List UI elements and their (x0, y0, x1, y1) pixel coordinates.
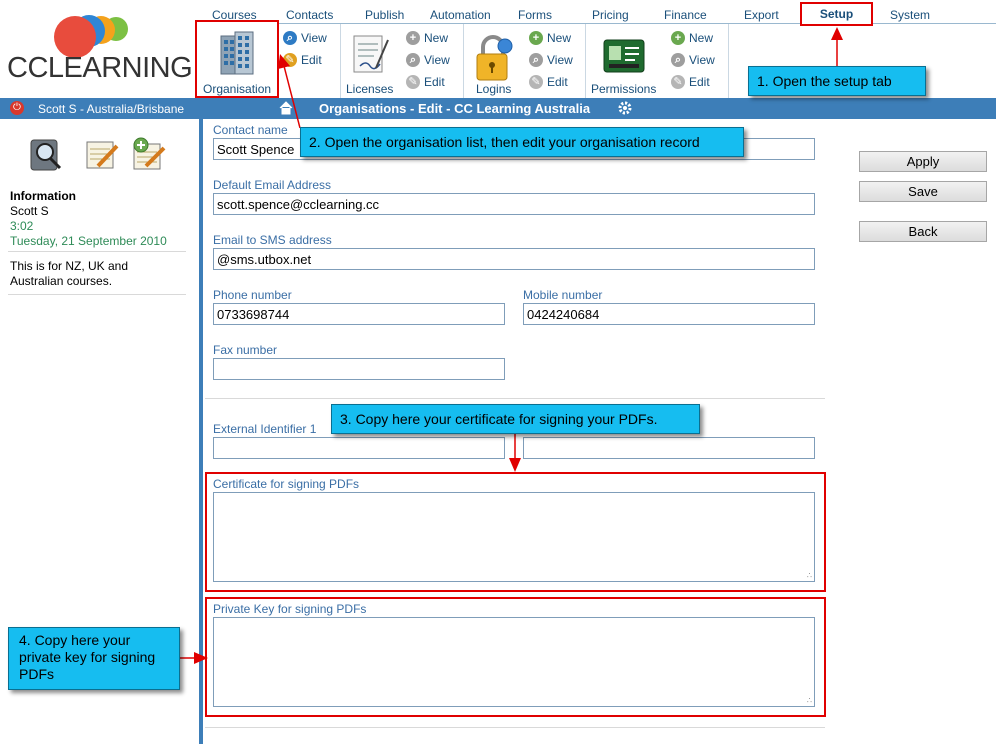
callout-step3: 3. Copy here your certificate for signin… (331, 404, 700, 434)
callout-step4: 4. Copy here your private key for signin… (8, 627, 180, 690)
callout-step2: 2. Open the organisation list, then edit… (300, 127, 744, 157)
callout-step4-line3: PDFs (19, 666, 54, 682)
callout-step1: 1. Open the setup tab (748, 66, 926, 96)
callout-step4-line1: 4. Copy here your (19, 632, 131, 648)
callout-step4-line2: private key for signing (19, 649, 156, 665)
